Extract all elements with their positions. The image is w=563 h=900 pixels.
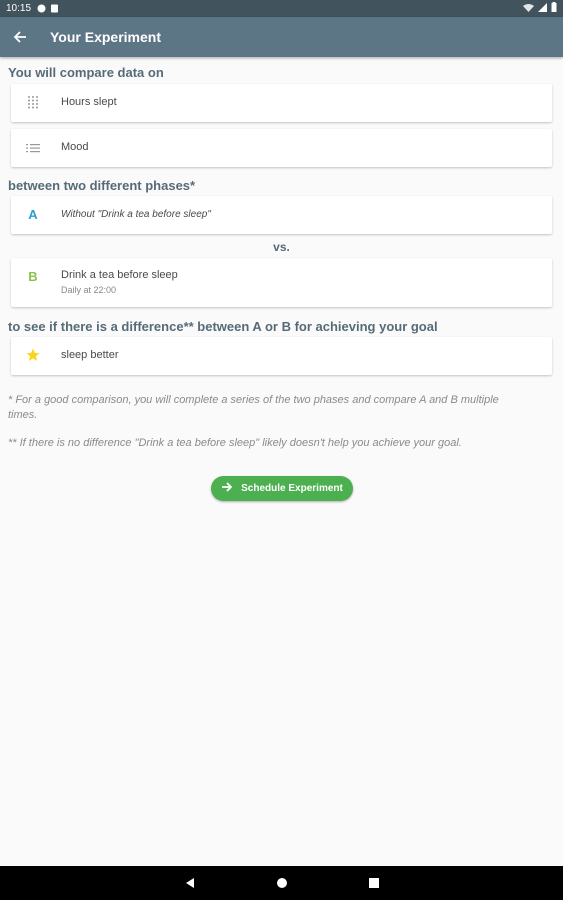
phase-b-letter: B <box>28 269 38 284</box>
footnote-comparison: * For a good comparison, you will comple… <box>8 394 499 421</box>
compare-item-mood[interactable]: Mood <box>11 129 552 167</box>
sd-card-icon <box>50 4 59 13</box>
back-arrow-icon[interactable] <box>0 30 40 44</box>
star-icon <box>23 348 43 367</box>
phase-b-card[interactable]: B Drink a tea before sleep Daily at 22:0… <box>11 258 552 307</box>
phase-b-schedule: Daily at 22:00 <box>61 285 117 295</box>
compare-item-label: Hours slept <box>61 96 117 108</box>
nav-home-icon[interactable] <box>272 873 292 893</box>
arrow-right-icon <box>221 481 233 496</box>
system-nav-bar <box>0 866 563 900</box>
battery-icon <box>551 2 557 15</box>
wifi-icon <box>523 3 534 15</box>
nav-back-icon[interactable] <box>180 873 200 893</box>
page-title: Your Experiment <box>50 29 161 45</box>
nav-recents-icon[interactable] <box>364 873 384 893</box>
goal-heading: to see if there is a difference** betwee… <box>8 319 438 334</box>
phase-a-label: Without "Drink a tea before sleep" <box>61 209 211 220</box>
phase-a-card[interactable]: A Without "Drink a tea before sleep" <box>11 196 552 234</box>
phases-heading: between two different phases* <box>8 178 196 193</box>
compare-item-label: Mood <box>61 141 89 153</box>
notification-icon <box>37 4 46 13</box>
signal-icon <box>538 2 547 15</box>
vs-label: vs. <box>273 240 290 254</box>
schedule-experiment-label: Schedule Experiment <box>241 483 343 494</box>
schedule-experiment-button[interactable]: Schedule Experiment <box>211 476 353 501</box>
status-time: 10:15 <box>6 3 32 14</box>
grid-icon <box>23 95 43 114</box>
compare-heading: You will compare data on <box>8 65 164 80</box>
goal-label: sleep better <box>61 349 119 361</box>
compare-item-hours-slept[interactable]: Hours slept <box>11 84 552 122</box>
phase-a-letter: A <box>28 207 38 222</box>
app-bar: Your Experiment <box>0 17 563 57</box>
list-icon <box>23 141 43 159</box>
status-bar: 10:15 <box>0 0 563 17</box>
footnote-difference: ** If there is no difference "Drink a te… <box>8 437 462 449</box>
goal-card[interactable]: sleep better <box>11 337 552 375</box>
phase-b-label: Drink a tea before sleep <box>61 269 178 281</box>
